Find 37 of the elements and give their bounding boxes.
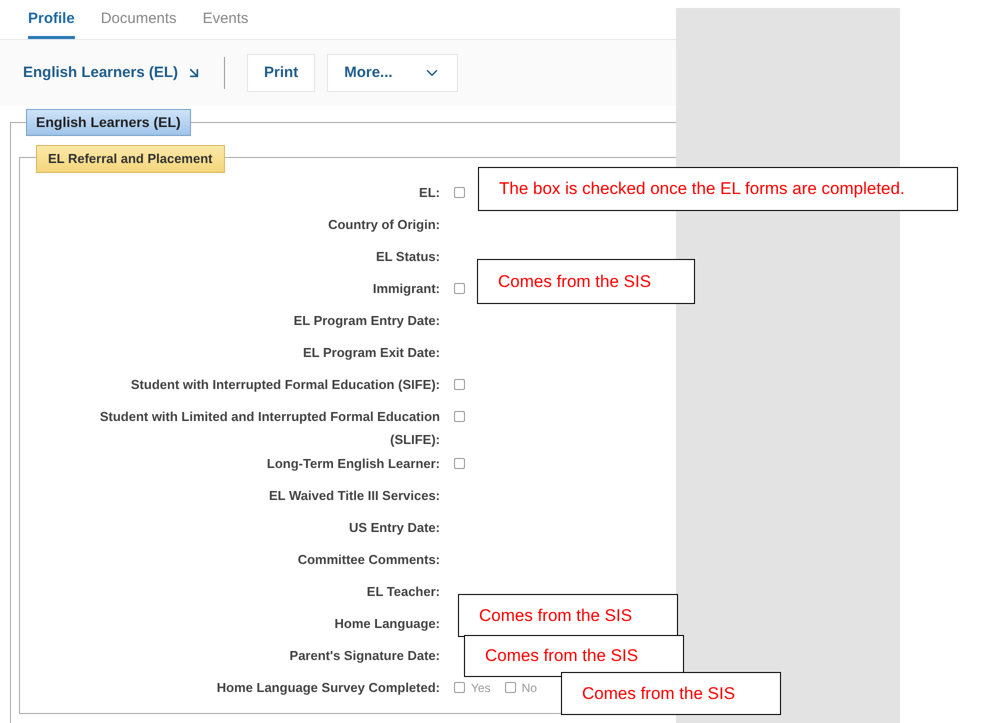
- field-label: EL Waived Title III Services:: [268, 487, 440, 505]
- field-label: Student with Interrupted Formal Education (SIFE):: [130, 376, 440, 394]
- checkbox[interactable]: [454, 283, 465, 294]
- field-label: Home Language Survey Completed:: [216, 679, 440, 697]
- more-menu-button[interactable]: More...: [327, 54, 458, 92]
- section-link[interactable]: English Learners (EL): [23, 62, 202, 84]
- field-label: Immigrant:: [372, 280, 440, 298]
- section-title: English Learners (EL): [26, 109, 191, 136]
- annotation-callout: The box is checked once the EL forms are completed.: [478, 167, 958, 211]
- option-label: No: [522, 680, 537, 696]
- checkbox[interactable]: [454, 379, 465, 390]
- field-label: Committee Comments:: [296, 551, 440, 569]
- annotation-callout: Comes from the SIS: [561, 672, 781, 715]
- option-label: Yes: [471, 680, 491, 696]
- field-label: EL Teacher:: [366, 583, 440, 601]
- field-label: US Entry Date:: [348, 519, 440, 537]
- tab[interactable]: Documents: [100, 8, 177, 39]
- print-button[interactable]: Print: [247, 54, 316, 92]
- field-label: Country of Origin:: [327, 216, 440, 234]
- field-label: Student with Limited and Interrupted Formal Education (SLIFE):: [98, 408, 440, 449]
- field-label: Home Language:: [334, 615, 440, 633]
- group-title: EL Referral and Placement: [36, 145, 224, 173]
- checkbox[interactable]: [454, 187, 465, 198]
- checkbox[interactable]: [454, 458, 465, 469]
- field-label: EL Program Exit Date:: [302, 344, 440, 362]
- annotation-callout: Comes from the SIS: [458, 594, 678, 637]
- tab[interactable]: Events: [202, 8, 248, 39]
- annotation-callout: Comes from the SIS: [464, 635, 684, 677]
- annotation-callout: Comes from the SIS: [477, 259, 695, 304]
- checkbox[interactable]: [454, 411, 465, 422]
- field-label: EL Program Entry Date:: [292, 312, 440, 330]
- field-label: Long-Term English Learner:: [266, 455, 440, 473]
- field-label: EL Status:: [374, 248, 440, 266]
- checkbox[interactable]: [454, 682, 465, 693]
- field-label: Parent's Signature Date:: [288, 647, 440, 665]
- field-label: EL:: [418, 184, 440, 202]
- checkbox[interactable]: [504, 682, 516, 693]
